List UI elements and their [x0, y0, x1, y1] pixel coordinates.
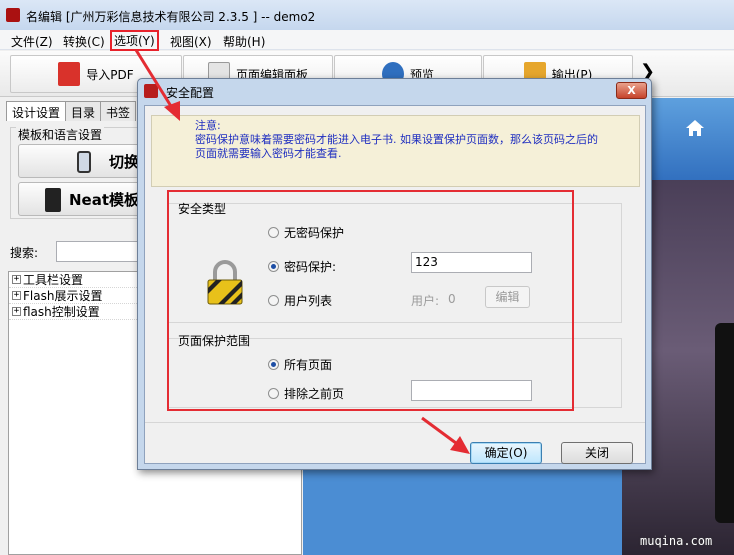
- note-text: 密码保护意味着需要密码才能进入电子书. 如果设置保护页面数，那么该页码之后的页面…: [195, 133, 598, 160]
- neat-template-label: Neat模板: [69, 190, 140, 209]
- tree-item-flash-control[interactable]: + flash控制设置: [9, 304, 137, 320]
- expand-icon[interactable]: +: [12, 291, 21, 300]
- dialog-close-button[interactable]: X: [616, 82, 647, 99]
- annotation-arrow-menu: [134, 49, 180, 121]
- tab-design-settings[interactable]: 设计设置: [6, 101, 67, 121]
- footer-separator: [145, 422, 645, 423]
- expand-icon[interactable]: +: [12, 275, 21, 284]
- left-tabs: 设计设置 目录 书签: [6, 101, 137, 121]
- watermark: muqina.com: [640, 534, 713, 548]
- annotation-arrow-ok: [421, 416, 470, 454]
- tree-item-label: flash控制设置: [23, 305, 100, 319]
- expand-icon[interactable]: +: [12, 307, 21, 316]
- tree-item-label: 工具栏设置: [23, 273, 84, 287]
- switch-label: 切换: [109, 152, 140, 171]
- app-icon: [6, 8, 20, 22]
- book-icon: [45, 188, 61, 212]
- note-title: 注意:: [195, 119, 221, 132]
- pdf-icon: [58, 62, 81, 86]
- menu-convert[interactable]: 转换(C): [60, 32, 108, 51]
- search-input[interactable]: [56, 241, 146, 262]
- search-label: 搜索:: [10, 246, 39, 260]
- note-box: 注意: 密码保护意味着需要密码才能进入电子书. 如果设置保护页面数，那么该页码之…: [151, 115, 640, 187]
- preview-lower-area: [303, 468, 622, 555]
- template-group-label: 模板和语言设置: [16, 126, 105, 143]
- highlight-settings-box: [167, 190, 574, 411]
- menu-help[interactable]: 帮助(H): [220, 32, 268, 51]
- phone-icon: [77, 151, 91, 173]
- window-title-bar: 名编辑 [广州万彩信息技术有限公司 2.3.5 ] -- demo2: [0, 0, 734, 30]
- home-icon[interactable]: [685, 118, 705, 138]
- import-pdf-label: 导入PDF: [86, 67, 134, 82]
- menu-bar: 文件(Z) 转换(C) 选项(Y) 视图(X) 帮助(H): [0, 30, 734, 51]
- ok-button[interactable]: 确定(O): [470, 442, 542, 464]
- menu-file[interactable]: 文件(Z): [8, 32, 56, 51]
- tab-toc[interactable]: 目录: [65, 101, 102, 121]
- tree-item-label: Flash展示设置: [23, 289, 103, 303]
- window-title: 名编辑 [广州万彩信息技术有限公司 2.3.5 ] -- demo2: [26, 10, 316, 24]
- close-button[interactable]: 关闭: [561, 442, 633, 464]
- tree-item-flash-display[interactable]: + Flash展示设置: [9, 288, 137, 304]
- preview-device: [715, 323, 734, 523]
- tree-item-toolbar[interactable]: + 工具栏设置: [9, 272, 137, 288]
